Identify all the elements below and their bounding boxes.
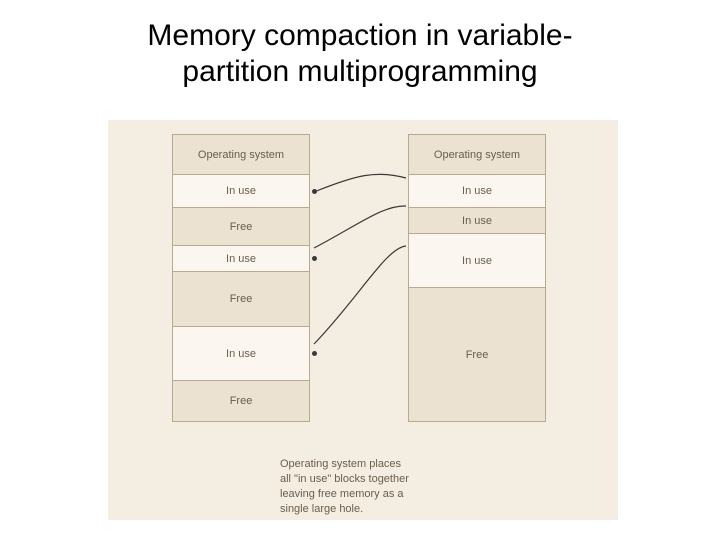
connector-dot (312, 256, 317, 261)
slide-title: Memory compaction in variable- partition… (0, 0, 720, 90)
caption-line: leaving free memory as a (280, 488, 404, 500)
connector-dot (312, 189, 317, 194)
block-label: In use (226, 253, 256, 265)
title-line-1: Memory compaction in variable- (147, 19, 572, 52)
block-free: Free (173, 381, 309, 421)
block-in-use: In use (409, 208, 545, 234)
block-free: Free (409, 288, 545, 421)
title-line-2: partition multiprogramming (182, 55, 537, 88)
block-os: Operating system (173, 135, 309, 175)
memory-before-column: Operating system In use Free In use Free… (172, 134, 310, 422)
block-label: Free (466, 349, 489, 361)
block-free: Free (173, 272, 309, 327)
block-in-use: In use (409, 175, 545, 208)
block-label: Free (230, 293, 253, 305)
caption-line: Operating system places (280, 458, 401, 470)
block-in-use: In use (173, 175, 309, 208)
block-label: Operating system (198, 149, 284, 161)
diagram-caption: Operating system places all "in use" blo… (280, 457, 409, 516)
caption-line: all "in use" blocks together (280, 473, 409, 485)
diagram-area: Operating system In use Free In use Free… (108, 120, 618, 520)
caption-line: single large hole. (280, 503, 363, 515)
block-free: Free (173, 208, 309, 246)
block-label: In use (462, 255, 492, 267)
block-os: Operating system (409, 135, 545, 175)
block-in-use: In use (409, 234, 545, 288)
memory-after-column: Operating system In use In use In use Fr… (408, 134, 546, 422)
block-in-use: In use (173, 246, 309, 272)
block-label: Operating system (434, 149, 520, 161)
block-label: In use (226, 185, 256, 197)
block-label: In use (226, 348, 256, 360)
block-label: Free (230, 221, 253, 233)
block-label: Free (230, 395, 253, 407)
block-in-use: In use (173, 327, 309, 381)
block-label: In use (462, 215, 492, 227)
connector-dot (312, 351, 317, 356)
block-label: In use (462, 185, 492, 197)
